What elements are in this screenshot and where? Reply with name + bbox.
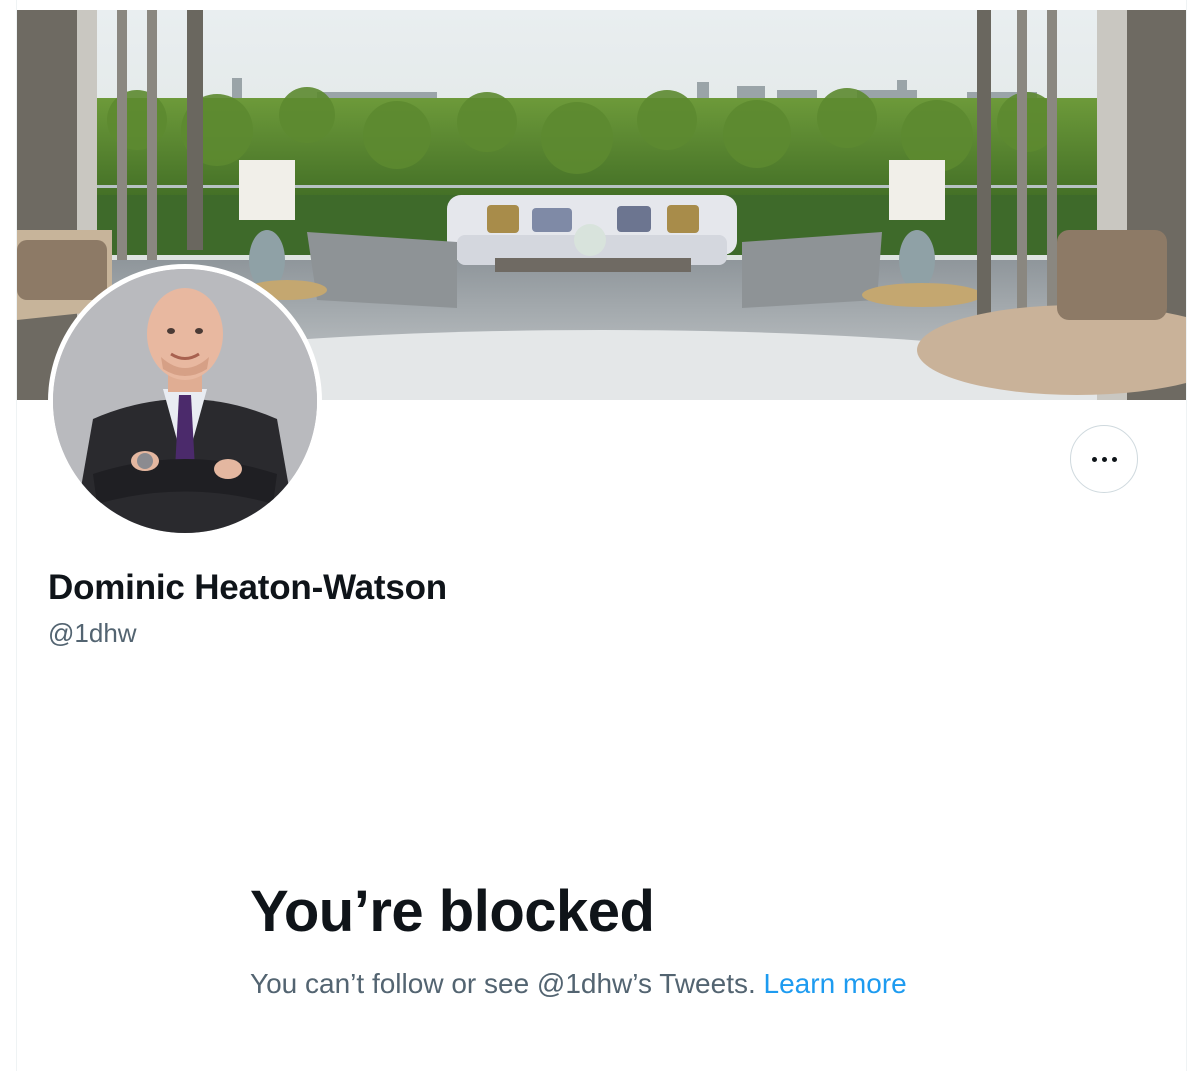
blocked-description-text: You can’t follow or see @1dhw’s Tweets. [250,968,764,999]
blocked-description: You can’t follow or see @1dhw’s Tweets. … [250,968,907,1000]
dot [1091,456,1097,462]
profile-page: Dominic Heaton-Watson @1dhw You’re block… [0,0,1200,1071]
more-options-button[interactable] [1070,425,1138,493]
dot [1101,456,1107,462]
profile-display-name: Dominic Heaton-Watson [48,568,447,607]
column-divider-right [1186,0,1187,1071]
blocked-title: You’re blocked [250,879,655,944]
dot [1111,456,1117,462]
ellipsis-icon [1091,456,1117,462]
profile-handle: @1dhw [48,618,137,648]
profile-avatar[interactable] [48,264,322,538]
avatar-photo [53,269,317,533]
learn-more-link[interactable]: Learn more [764,968,907,999]
